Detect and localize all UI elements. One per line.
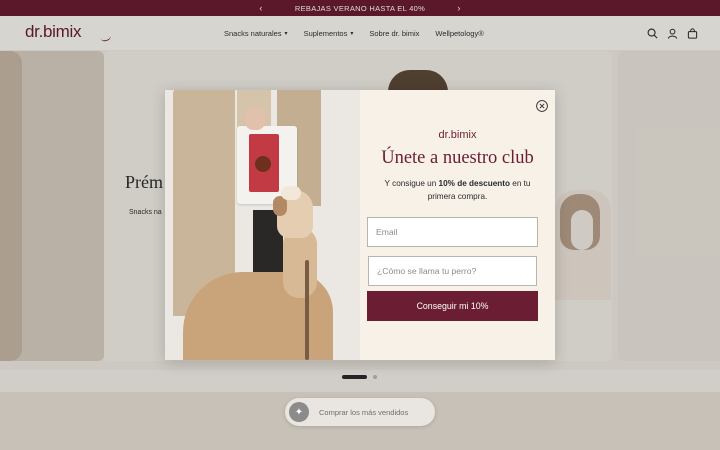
photo-hand — [245, 108, 265, 130]
newsletter-popup: dr.bimix Únete a nuestro club Y consigue… — [165, 90, 555, 360]
popup-logo: dr.bimix — [438, 129, 477, 141]
submit-button[interactable]: Conseguir mi 10% — [367, 291, 538, 321]
popup-subtitle: Y consigue un 10% de descuento en tu pri… — [374, 178, 541, 203]
popup-form: dr.bimix Únete a nuestro club Y consigue… — [360, 90, 555, 360]
dog-name-field[interactable] — [368, 256, 537, 286]
popup-photo — [165, 90, 360, 360]
sparkle-icon: ✦ — [289, 402, 309, 422]
email-field[interactable] — [367, 217, 538, 247]
photo-leash — [305, 260, 309, 360]
close-icon[interactable] — [536, 100, 548, 112]
shop-bestsellers-button[interactable]: ✦ Comprar los más vendidos — [285, 398, 435, 426]
photo-dog-snout — [281, 186, 301, 200]
photo-dog-neck — [283, 228, 317, 298]
photo-treat — [255, 156, 271, 172]
shop-bestsellers-label: Comprar los más vendidos — [319, 407, 409, 417]
popup-subtitle-bold: 10% de descuento — [438, 179, 510, 188]
popup-title: Únete a nuestro club — [381, 148, 534, 168]
popup-subtitle-pre: Y consigue un — [384, 179, 439, 188]
